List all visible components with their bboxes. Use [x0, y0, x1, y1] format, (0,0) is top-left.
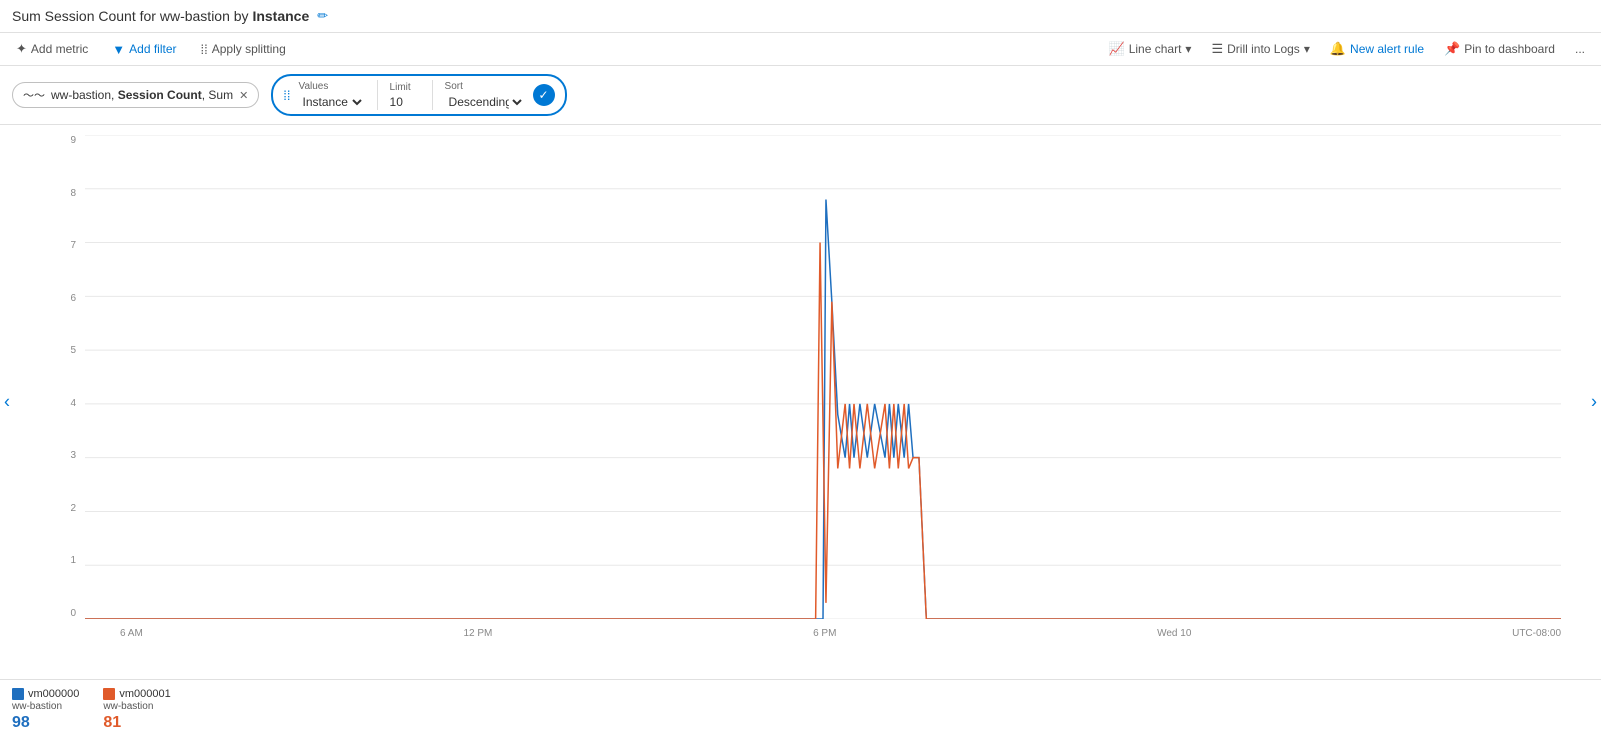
- chevron-down-icon: ▾: [1185, 42, 1191, 56]
- new-alert-button[interactable]: 🔔 New alert rule: [1326, 39, 1428, 59]
- x-tick: UTC-08:00: [1512, 628, 1561, 639]
- x-axis: 6 AM 12 PM 6 PM Wed 10 UTC-08:00: [120, 628, 1561, 639]
- values-group: Values Instance: [299, 81, 365, 110]
- title-bar: Sum Session Count for ww-bastion by Inst…: [0, 0, 1601, 33]
- chart-nav-right-button[interactable]: ›: [1591, 392, 1597, 413]
- legend-item: vm000001 ww-bastion 81: [103, 688, 170, 732]
- drill-logs-button[interactable]: ☰ Drill into Logs ▾: [1207, 39, 1313, 59]
- add-filter-button[interactable]: ▼ Add filter: [108, 40, 180, 59]
- legend: vm000000 ww-bastion 98 vm000001 ww-basti…: [0, 679, 1601, 740]
- add-filter-label: Add filter: [129, 42, 176, 56]
- chart-svg: [85, 135, 1561, 619]
- edit-title-icon[interactable]: ✏: [317, 8, 328, 24]
- legend-sub: ww-bastion: [103, 701, 170, 712]
- pin-icon: 📌: [1444, 41, 1460, 57]
- splitting-bar: 〜〜 ww-bastion, Session Count, Sum ✕ ⁞⁞ V…: [0, 66, 1601, 125]
- metric-pill-text: ww-bastion, Session Count, Sum: [51, 88, 233, 102]
- splitting-form: ⁞⁞ Values Instance Limit Sort Descending…: [271, 74, 566, 116]
- metric-resource: ww-bastion: [51, 88, 111, 102]
- new-alert-label: New alert rule: [1350, 42, 1424, 56]
- values-label: Values: [299, 81, 365, 92]
- x-tick: 12 PM: [463, 628, 492, 639]
- sort-label: Sort: [445, 81, 525, 92]
- title-prefix: Sum Session Count for ww-bastion by: [12, 8, 252, 24]
- legend-color: [103, 688, 115, 700]
- sort-select[interactable]: Descending Ascending: [445, 94, 525, 110]
- line-chart-icon: 📈: [1109, 41, 1125, 57]
- limit-label: Limit: [390, 82, 420, 93]
- form-divider-1: [377, 80, 378, 110]
- y-tick: 2: [50, 503, 80, 514]
- form-divider-2: [432, 80, 433, 110]
- more-options-button[interactable]: ...: [1571, 40, 1589, 58]
- plus-icon: ✦: [16, 41, 27, 57]
- y-tick: 6: [50, 293, 80, 304]
- chart-plot: 6 AM12 PM6 PMWed 10UTC-08:00: [85, 135, 1561, 619]
- line-chart-label: Line chart: [1129, 42, 1182, 56]
- title-suffix: Instance: [252, 8, 309, 24]
- legend-label: vm000000: [12, 688, 79, 700]
- values-select[interactable]: Instance: [299, 94, 365, 110]
- toolbar-right: 📈 Line chart ▾ ☰ Drill into Logs ▾ 🔔 New…: [1105, 39, 1589, 59]
- chart-nav-left-button[interactable]: ‹: [4, 392, 10, 413]
- legend-value: 98: [12, 714, 79, 732]
- confirm-splitting-button[interactable]: ✓: [533, 84, 555, 106]
- y-tick: 4: [50, 398, 80, 409]
- drill-logs-label: Drill into Logs: [1227, 42, 1300, 56]
- metric-pill-icon: 〜〜: [23, 87, 45, 103]
- add-metric-label: Add metric: [31, 42, 88, 56]
- apply-splitting-button[interactable]: ⁞⁞ Apply splitting: [197, 40, 290, 59]
- title-section: Sum Session Count for ww-bastion by Inst…: [12, 8, 328, 24]
- chevron-down-icon: ▾: [1304, 42, 1310, 56]
- splitting-icon: ⁞⁞: [283, 88, 290, 103]
- legend-item: vm000000 ww-bastion 98: [12, 688, 79, 732]
- x-tick: Wed 10: [1157, 628, 1191, 639]
- pin-dashboard-label: Pin to dashboard: [1464, 42, 1555, 56]
- toolbar-left: ✦ Add metric ▼ Add filter ⁞⁞ Apply split…: [12, 39, 290, 59]
- y-tick: 0: [50, 608, 80, 619]
- y-tick: 1: [50, 555, 80, 566]
- more-label: ...: [1575, 42, 1585, 56]
- limit-group: Limit: [390, 82, 420, 109]
- legend-instance: vm000001: [119, 688, 170, 700]
- y-tick: 8: [50, 188, 80, 199]
- legend-instance: vm000000: [28, 688, 79, 700]
- filter-icon: ▼: [112, 42, 125, 57]
- page-title: Sum Session Count for ww-bastion by Inst…: [12, 8, 309, 24]
- alert-icon: 🔔: [1330, 41, 1346, 57]
- limit-input[interactable]: [390, 95, 420, 109]
- metric-aggregation: Sum: [208, 88, 233, 102]
- logs-icon: ☰: [1211, 41, 1223, 57]
- y-tick: 7: [50, 240, 80, 251]
- metric-name: Session Count: [118, 88, 202, 102]
- chart-inner: 0 1 2 3 4 5 6 7 8 9 6 AM12 PM6 PMWed 10UTC-08:00: [50, 135, 1561, 619]
- toolbar: ✦ Add metric ▼ Add filter ⁞⁞ Apply split…: [0, 33, 1601, 66]
- y-tick: 3: [50, 450, 80, 461]
- x-tick: 6 PM: [813, 628, 836, 639]
- legend-color: [12, 688, 24, 700]
- x-tick: 6 AM: [120, 628, 143, 639]
- legend-sub: ww-bastion: [12, 701, 79, 712]
- remove-metric-button[interactable]: ✕: [239, 89, 248, 102]
- chart-area: ‹ › 0123456789 6 AM12 PM6 PMWed 10UTC-08…: [0, 125, 1601, 679]
- legend-label: vm000001: [103, 688, 170, 700]
- y-tick: 5: [50, 345, 80, 356]
- sort-group: Sort Descending Ascending: [445, 81, 525, 110]
- y-tick: 9: [50, 135, 80, 146]
- apply-splitting-label: Apply splitting: [212, 42, 286, 56]
- y-axis: 0 1 2 3 4 5 6 7 8 9: [50, 135, 80, 619]
- line-chart-button[interactable]: 📈 Line chart ▾: [1105, 39, 1196, 59]
- legend-value: 81: [103, 714, 170, 732]
- metric-pill[interactable]: 〜〜 ww-bastion, Session Count, Sum ✕: [12, 82, 259, 108]
- add-metric-button[interactable]: ✦ Add metric: [12, 39, 92, 59]
- split-icon: ⁞⁞: [201, 42, 208, 57]
- pin-dashboard-button[interactable]: 📌 Pin to dashboard: [1440, 39, 1559, 59]
